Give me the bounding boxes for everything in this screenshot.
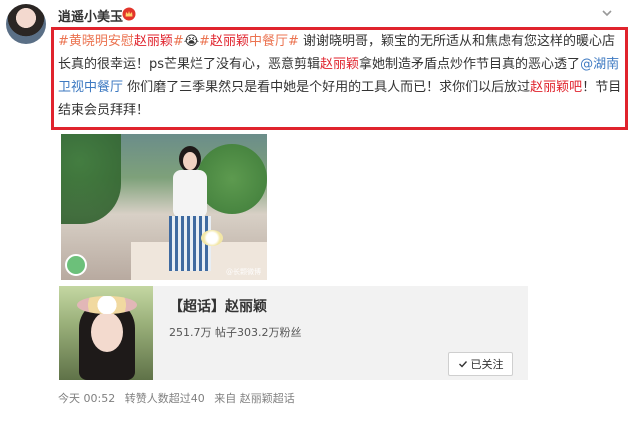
tv-logo-icon xyxy=(65,254,87,276)
check-icon xyxy=(458,361,467,368)
topic-stats: 251.7万 帖子303.2万粉丝 xyxy=(169,326,302,339)
topic-title[interactable]: 【超话】赵丽颖 xyxy=(169,296,267,316)
follow-label: 已关注 xyxy=(470,358,504,371)
crown-icon xyxy=(122,7,136,21)
highlight-box xyxy=(51,27,628,130)
follow-button[interactable]: 已关注 xyxy=(448,352,513,376)
topic-thumbnail xyxy=(59,286,153,380)
image-watermark: @长颗微博 xyxy=(226,268,261,276)
repost-count: 转赞人数超过40 xyxy=(124,392,205,405)
user-name[interactable]: 逍遥小美玉 xyxy=(58,6,123,25)
meta-line: 今天 00:52 转赞人数超过40 来自 赵丽颖超话 xyxy=(58,390,301,406)
post-source[interactable]: 来自 赵丽颖超话 xyxy=(214,392,295,405)
post-image[interactable]: @长颗微博 xyxy=(61,134,267,280)
post-time[interactable]: 今天 00:52 xyxy=(58,392,115,405)
chevron-down-icon[interactable] xyxy=(600,6,614,20)
avatar[interactable] xyxy=(6,4,46,44)
